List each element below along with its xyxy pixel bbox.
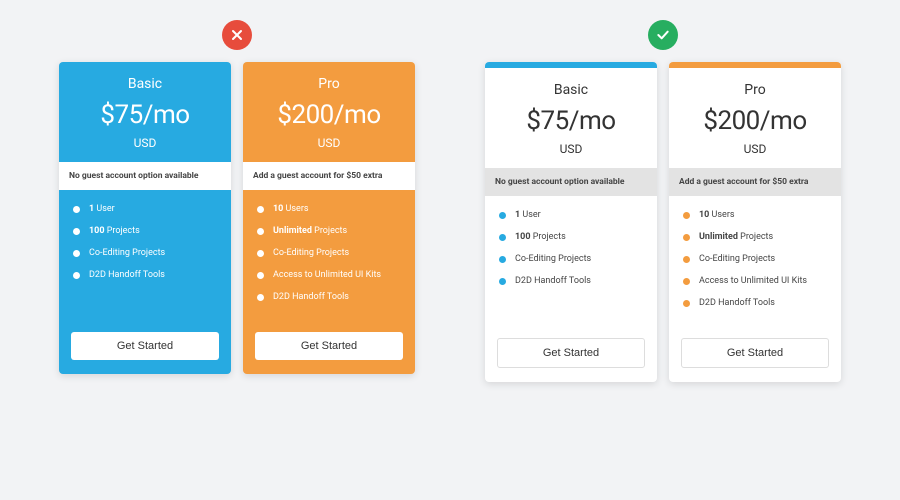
plan-price: $200/mo — [251, 100, 407, 130]
plan-price: $75/mo — [493, 106, 649, 136]
plan-name: Basic — [67, 76, 223, 92]
feature-item: 100 Projects — [499, 232, 643, 242]
feature-text: Unlimited Projects — [699, 232, 773, 242]
pricing-card-pro-good: Pro $200/mo USD Add a guest account for … — [669, 62, 841, 382]
plan-currency: USD — [67, 136, 223, 150]
cross-icon — [222, 20, 252, 50]
plan-note: No guest account option available — [59, 162, 231, 190]
plan-note: Add a guest account for $50 extra — [669, 168, 841, 196]
good-example-group: Basic $75/mo USD No guest account option… — [485, 20, 841, 382]
check-icon — [648, 20, 678, 50]
plan-name: Pro — [677, 82, 833, 98]
feature-item: 100 Projects — [73, 226, 217, 236]
feature-text: D2D Handoff Tools — [515, 276, 591, 286]
bullet-icon — [683, 234, 690, 241]
bullet-icon — [73, 228, 80, 235]
feature-text: D2D Handoff Tools — [273, 292, 349, 302]
feature-text: Access to Unlimited UI Kits — [273, 270, 381, 280]
plan-name: Basic — [493, 82, 649, 98]
plan-note: No guest account option available — [485, 168, 657, 196]
plan-name: Pro — [251, 76, 407, 92]
feature-text: D2D Handoff Tools — [699, 298, 775, 308]
pricing-card-basic-bad: Basic $75/mo USD No guest account option… — [59, 62, 231, 374]
bullet-icon — [73, 272, 80, 279]
feature-text: Unlimited Projects — [273, 226, 347, 236]
feature-text: Co-Editing Projects — [273, 248, 349, 258]
feature-item: 1 User — [73, 204, 217, 214]
bullet-icon — [257, 272, 264, 279]
get-started-button[interactable]: Get Started — [71, 332, 219, 360]
feature-list: 1 User 100 Projects Co-Editing Projects D2D… — [485, 196, 657, 306]
feature-text: 100 Projects — [515, 232, 566, 242]
feature-text: 10 Users — [273, 204, 309, 214]
bullet-icon — [683, 212, 690, 219]
feature-item: 1 User — [499, 210, 643, 220]
get-started-button[interactable]: Get Started — [681, 338, 829, 368]
bullet-icon — [73, 206, 80, 213]
feature-item: Access to Unlimited UI Kits — [257, 270, 401, 280]
feature-list: 10 Users Unlimited Projects Co-Editing Pro… — [243, 190, 415, 322]
feature-item: Access to Unlimited UI Kits — [683, 276, 827, 286]
feature-item: 10 Users — [257, 204, 401, 214]
bullet-icon — [257, 228, 264, 235]
feature-list: 1 User 100 Projects Co-Editing Projects D2D… — [59, 190, 231, 300]
bullet-icon — [499, 234, 506, 241]
feature-text: 10 Users — [699, 210, 735, 220]
get-started-button[interactable]: Get Started — [255, 332, 403, 360]
feature-text: Co-Editing Projects — [699, 254, 775, 264]
plan-price: $200/mo — [677, 106, 833, 136]
plan-currency: USD — [493, 142, 649, 156]
feature-item: Co-Editing Projects — [257, 248, 401, 258]
bullet-icon — [683, 278, 690, 285]
bullet-icon — [257, 294, 264, 301]
bad-example-group: Basic $75/mo USD No guest account option… — [59, 20, 415, 382]
feature-text: 1 User — [89, 204, 115, 214]
plan-currency: USD — [677, 142, 833, 156]
plan-note: Add a guest account for $50 extra — [243, 162, 415, 190]
feature-item: D2D Handoff Tools — [683, 298, 827, 308]
get-started-button[interactable]: Get Started — [497, 338, 645, 368]
pricing-card-basic-good: Basic $75/mo USD No guest account option… — [485, 62, 657, 382]
bullet-icon — [499, 256, 506, 263]
feature-item: 10 Users — [683, 210, 827, 220]
feature-text: Access to Unlimited UI Kits — [699, 276, 807, 286]
bullet-icon — [73, 250, 80, 257]
bullet-icon — [683, 300, 690, 307]
feature-text: 100 Projects — [89, 226, 140, 236]
plan-price: $75/mo — [67, 100, 223, 130]
feature-item: D2D Handoff Tools — [499, 276, 643, 286]
feature-text: Co-Editing Projects — [515, 254, 591, 264]
feature-item: Unlimited Projects — [257, 226, 401, 236]
feature-text: D2D Handoff Tools — [89, 270, 165, 280]
feature-item: D2D Handoff Tools — [73, 270, 217, 280]
bullet-icon — [257, 250, 264, 257]
bullet-icon — [257, 206, 264, 213]
feature-item: Co-Editing Projects — [73, 248, 217, 258]
pricing-card-pro-bad: Pro $200/mo USD Add a guest account for … — [243, 62, 415, 374]
bullet-icon — [499, 278, 506, 285]
feature-list: 10 Users Unlimited Projects Co-Editing Pro… — [669, 196, 841, 328]
feature-item: Co-Editing Projects — [499, 254, 643, 264]
feature-text: Co-Editing Projects — [89, 248, 165, 258]
bullet-icon — [499, 212, 506, 219]
bullet-icon — [683, 256, 690, 263]
plan-currency: USD — [251, 136, 407, 150]
feature-item: Co-Editing Projects — [683, 254, 827, 264]
feature-item: D2D Handoff Tools — [257, 292, 401, 302]
feature-text: 1 User — [515, 210, 541, 220]
feature-item: Unlimited Projects — [683, 232, 827, 242]
